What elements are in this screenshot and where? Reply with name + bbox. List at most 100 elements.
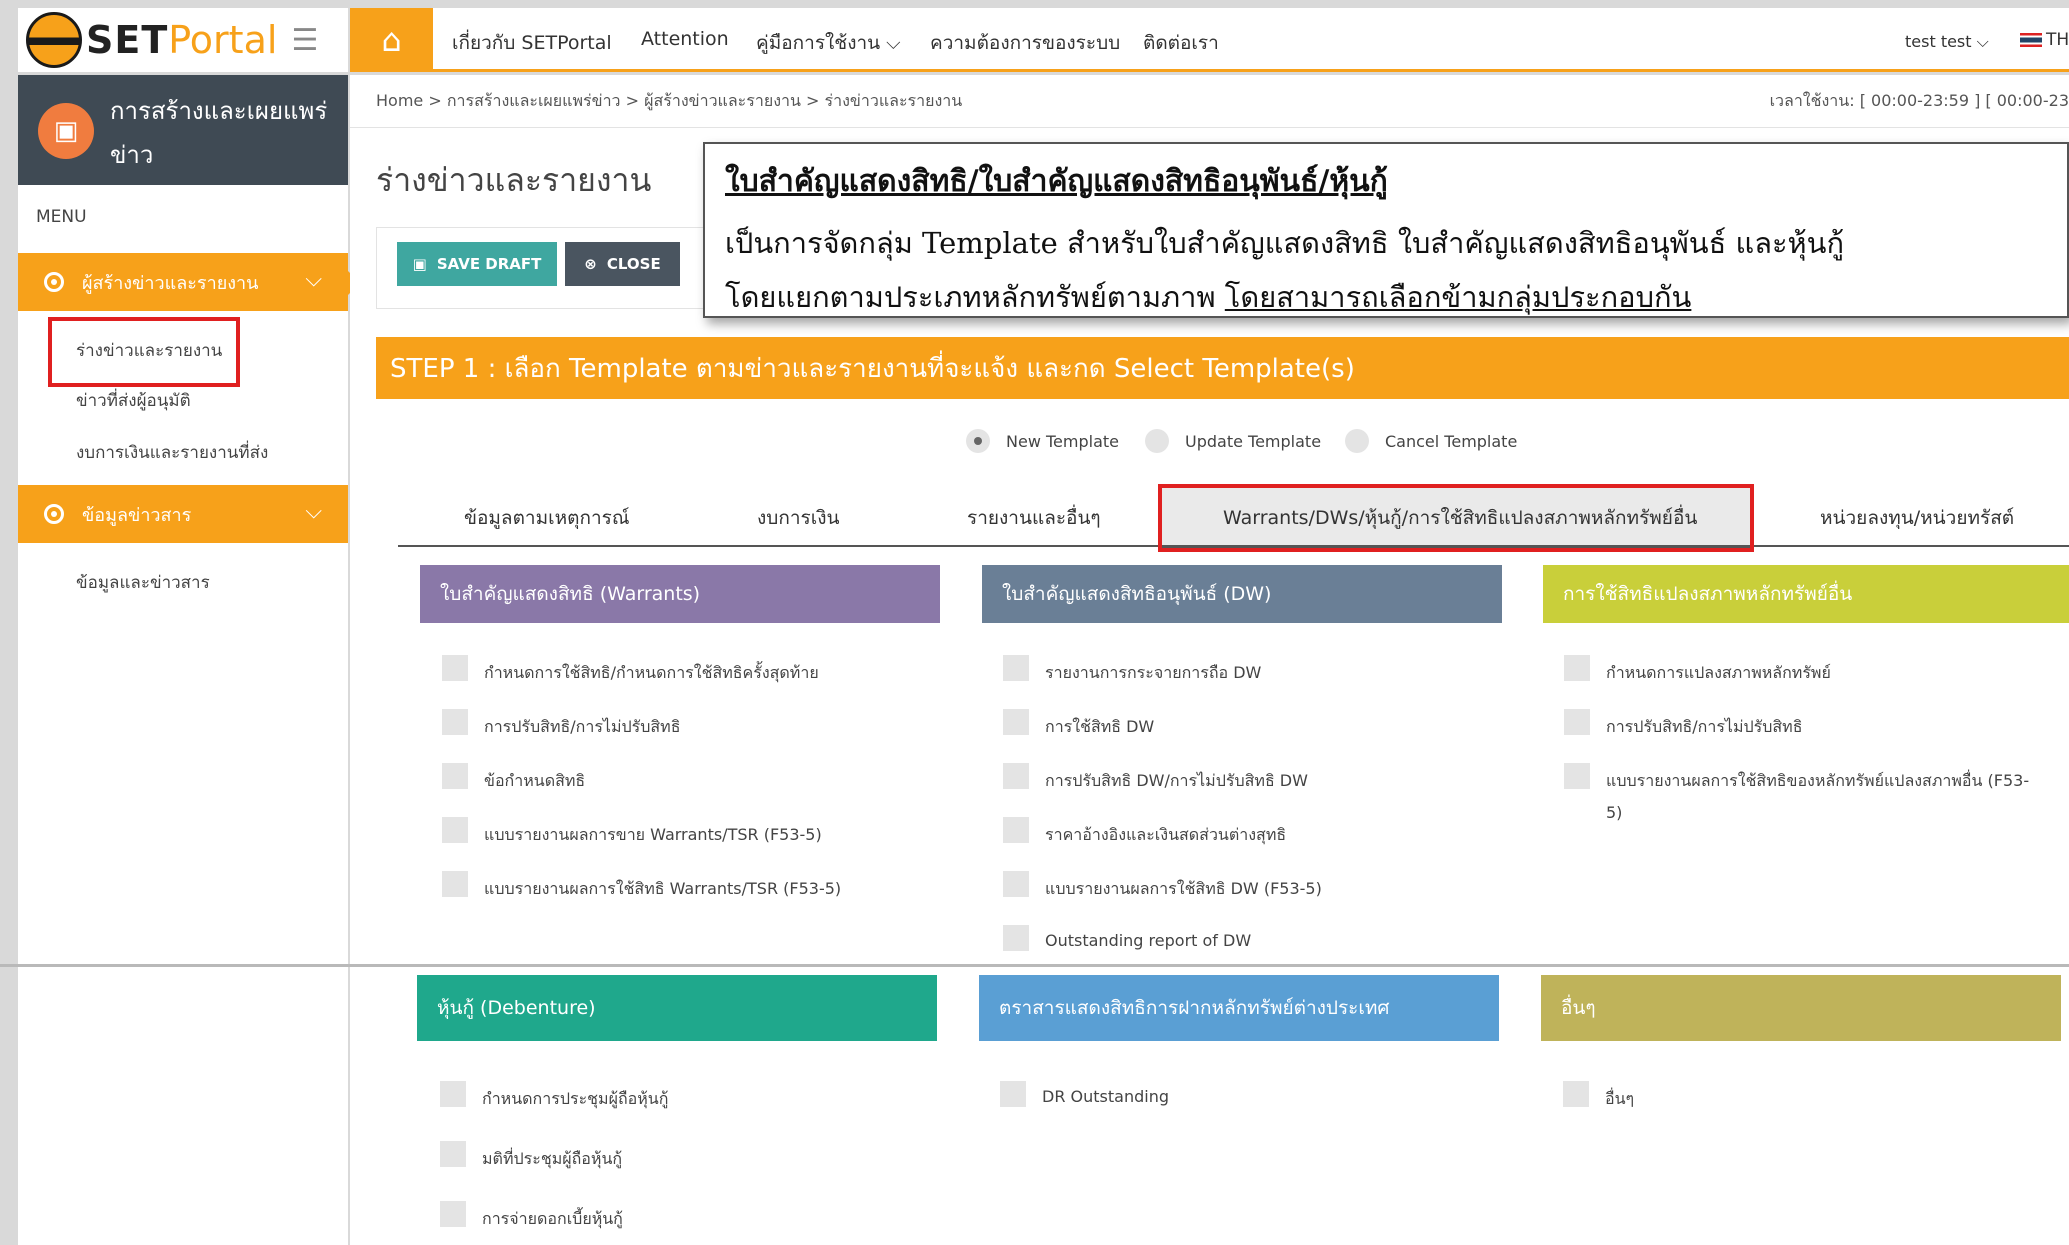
template-label: การปรับสิทธิ/การไม่ปรับสิทธิ — [484, 717, 681, 736]
checkbox[interactable] — [440, 1141, 466, 1167]
tab-financial[interactable]: งบการเงิน — [757, 503, 839, 533]
top-navbar: ⌂ เกี่ยวกับ SETPortal Attention คู่มือกา… — [350, 8, 2069, 72]
template-label: กำหนดการใช้สิทธิ/กำหนดการใช้สิทธิครั้งสุ… — [484, 663, 819, 682]
sidebar-item-info-news[interactable]: ข้อมูลและข่าวสาร — [76, 569, 210, 596]
radio-dot-icon — [44, 272, 64, 292]
hamburger-menu-icon[interactable]: ☰ — [291, 23, 318, 58]
checkbox[interactable] — [1563, 1081, 1589, 1107]
template-label: ข้อกำหนดสิทธิ — [484, 771, 586, 790]
divider — [350, 127, 2069, 128]
annotation-callout: ใบสำคัญแสดงสิทธิ/ใบสำคัญแสดงสิทธิอนุพันธ… — [703, 142, 2069, 318]
checkbox[interactable] — [1003, 871, 1029, 897]
radio-update-template[interactable]: Update Template — [1145, 429, 1321, 453]
callout-text-line1: เป็นการจัดกลุ่ม Template สำหรับใบสำคัญแส… — [725, 226, 1845, 260]
template-label: การใช้สิทธิ DW — [1045, 717, 1155, 736]
radio-new-template[interactable]: New Template — [966, 429, 1119, 453]
template-label: กำหนดการแปลงสภาพหลักทรัพย์ — [1606, 663, 1831, 682]
callout-title: ใบสำคัญแสดงสิทธิ/ใบสำคัญแสดงสิทธิอนุพันธ… — [725, 164, 1388, 199]
radio-selected-icon — [966, 429, 990, 453]
callout-text-underlined: โดยสามารถเลือกข้ามกลุ่มประกอบกัน — [1224, 280, 1692, 314]
category-depository-receipt: ตราสารแสดงสิทธิการฝากหลักทรัพย์ต่างประเท… — [979, 975, 1499, 1041]
callout-text-line2: โดยแยกตามประเภทหลักทรัพย์ตามภาพ โดยสามาร… — [725, 274, 1691, 320]
sidebar-group-label: ผู้สร้างข่าวและรายงาน — [82, 272, 259, 294]
nav-attention[interactable]: Attention — [641, 28, 729, 50]
radio-label: Update Template — [1185, 431, 1322, 451]
page-title: ร่างข่าวและรายงาน — [376, 161, 652, 199]
radio-label: Cancel Template — [1385, 431, 1518, 451]
usage-time: เวลาใช้งาน: [ 00:00-23:59 ] [ 00:00-23 — [1769, 91, 2069, 110]
save-icon: ▣ — [412, 255, 427, 273]
radio-empty-icon — [1345, 429, 1369, 453]
screen: SET Portal ☰ ⌂ เกี่ยวกับ SETPortal Atten… — [0, 0, 2069, 1245]
checkbox[interactable] — [442, 709, 468, 735]
template-label: ราคาอ้างอิงและเงินสดส่วนต่างสุทธิ — [1045, 825, 1287, 844]
screenshot-seam — [0, 964, 2069, 967]
step-banner: STEP 1 : เลือก Template ตามข่าวและรายงาน… — [376, 337, 2069, 399]
checkbox[interactable] — [1003, 709, 1029, 735]
chevron-down-icon: ⌵ — [305, 267, 322, 292]
user-menu[interactable]: test test ⌵ — [1905, 32, 1989, 52]
checkbox[interactable] — [440, 1201, 466, 1227]
news-icon: ▣ — [38, 103, 94, 159]
template-label: DR Outstanding — [1042, 1087, 1169, 1106]
sidebar-group-news-info[interactable]: ข้อมูลข่าวสาร ⌵ — [18, 485, 348, 543]
sidebar-item-sent-approval[interactable]: ข่าวที่ส่งผู้อนุมัติ — [76, 387, 191, 414]
template-label: อื่นๆ — [1605, 1089, 1635, 1108]
chevron-down-icon: ⌵ — [305, 499, 322, 524]
checkbox[interactable] — [1003, 925, 1029, 951]
checkbox[interactable] — [442, 655, 468, 681]
template-label: แบบรายงานผลการใช้สิทธิ DW (F53-5) — [1045, 879, 1322, 898]
checkbox[interactable] — [1003, 763, 1029, 789]
nav-contact[interactable]: ติดต่อเรา — [1143, 28, 1219, 58]
close-icon: ⊗ — [584, 255, 597, 273]
tab-reports-other[interactable]: รายงานและอื่นๆ — [967, 503, 1101, 533]
sidebar-group-creator[interactable]: ผู้สร้างข่าวและรายงาน ⌵ — [18, 253, 348, 311]
checkbox[interactable] — [1000, 1081, 1026, 1107]
checkbox[interactable] — [442, 871, 468, 897]
checkbox[interactable] — [1003, 817, 1029, 843]
tab-highlight-box — [1158, 484, 1754, 552]
checkbox[interactable] — [1564, 763, 1590, 789]
template-label: กำหนดการประชุมผู้ถือหุ้นกู้ — [482, 1089, 669, 1108]
template-label: รายงานการกระจายการถือ DW — [1045, 663, 1262, 682]
checkbox[interactable] — [1564, 709, 1590, 735]
template-label: แบบรายงานผลการใช้สิทธิของหลักทรัพย์แปลงส… — [1606, 771, 2030, 790]
category-conversion: การใช้สิทธิแปลงสภาพหลักทรัพย์อื่น — [1543, 565, 2069, 623]
language-switch[interactable]: TH — [2020, 30, 2069, 50]
nav-about[interactable]: เกี่ยวกับ SETPortal — [452, 28, 612, 58]
checkbox[interactable] — [1564, 655, 1590, 681]
category-debenture: หุ้นกู้ (Debenture) — [417, 975, 937, 1041]
radio-empty-icon — [1145, 429, 1169, 453]
category-dw: ใบสำคัญแสดงสิทธิอนุพันธ์ (DW) — [982, 565, 1502, 623]
callout-text-plain: โดยแยกตามประเภทหลักทรัพย์ตามภาพ — [725, 280, 1225, 314]
template-label-continued: 5) — [1606, 803, 1623, 822]
checkbox[interactable] — [440, 1081, 466, 1107]
template-label: แบบรายงานผลการขาย Warrants/TSR (F53-5) — [484, 825, 822, 844]
nav-manual[interactable]: คู่มือการใช้งาน ⌵ — [756, 28, 901, 58]
logo-portal-text: Portal — [168, 18, 278, 62]
logo-set-text: SET — [86, 18, 169, 62]
radio-label: New Template — [1006, 431, 1119, 451]
home-icon[interactable]: ⌂ — [350, 8, 433, 72]
sidebar-header: ▣ การสร้างและเผยแพร่ข่าว — [18, 75, 348, 185]
template-label: Outstanding report of DW — [1045, 931, 1252, 950]
tab-unit-trust[interactable]: หน่วยลงทุน/หน่วยทรัสต์ — [1820, 503, 2014, 533]
category-others: อื่นๆ — [1541, 975, 2061, 1041]
set-logo-mark — [26, 12, 82, 68]
template-label: แบบรายงานผลการใช้สิทธิ Warrants/TSR (F53… — [484, 879, 842, 898]
sidebar-item-financial-sent[interactable]: งบการเงินและรายงานที่ส่ง — [76, 439, 268, 466]
breadcrumb[interactable]: Home > การสร้างและเผยแพร่ข่าว > ผู้สร้าง… — [376, 89, 962, 114]
sidebar-group-label: ข้อมูลข่าวสาร — [82, 504, 192, 526]
radio-cancel-template[interactable]: Cancel Template — [1345, 429, 1517, 453]
template-label: การปรับสิทธิ DW/การไม่ปรับสิทธิ DW — [1045, 771, 1308, 790]
checkbox[interactable] — [1003, 655, 1029, 681]
save-draft-button[interactable]: ▣ SAVE DRAFT — [397, 242, 557, 286]
logo[interactable]: SET Portal ☰ — [18, 8, 348, 72]
save-draft-label: SAVE DRAFT — [436, 255, 542, 273]
nav-requirements[interactable]: ความต้องการของระบบ — [930, 28, 1120, 58]
checkbox[interactable] — [442, 763, 468, 789]
tab-event-info[interactable]: ข้อมูลตามเหตุการณ์ — [464, 503, 629, 533]
close-button[interactable]: ⊗ CLOSE — [565, 242, 680, 286]
template-label: มติที่ประชุมผู้ถือหุ้นกู้ — [482, 1149, 623, 1168]
checkbox[interactable] — [442, 817, 468, 843]
